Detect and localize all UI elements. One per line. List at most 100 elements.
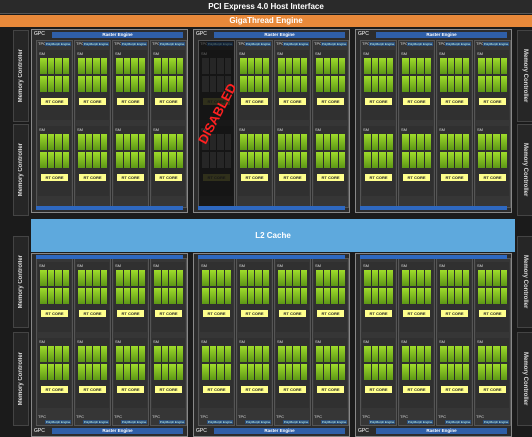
cuda-core-row xyxy=(278,76,307,92)
cuda-core xyxy=(493,76,500,92)
cuda-core xyxy=(93,134,100,150)
cuda-core xyxy=(386,76,393,92)
sm-block: SM RT CORE xyxy=(200,262,233,332)
cuda-core xyxy=(247,152,254,168)
cuda-core xyxy=(154,270,161,286)
cuda-core xyxy=(240,134,247,150)
cuda-core xyxy=(478,364,485,380)
cuda-core xyxy=(300,346,307,362)
cuda-core xyxy=(176,134,183,150)
cuda-core xyxy=(300,270,307,286)
cuda-core-row xyxy=(478,152,507,168)
cuda-core xyxy=(176,270,183,286)
cuda-core-row xyxy=(40,58,69,74)
cuda-core xyxy=(62,346,69,362)
cuda-core xyxy=(217,364,224,380)
tpc-block: TPCPolyMorph EngineSMRT CORESMRT CORE xyxy=(398,40,435,208)
cuda-core xyxy=(40,288,47,304)
raster-engine: Raster Engine xyxy=(376,428,507,434)
cuda-core-row xyxy=(40,288,69,304)
sm-block: SM RT CORE xyxy=(114,126,147,196)
cuda-core xyxy=(386,346,393,362)
cuda-core-row xyxy=(78,134,107,150)
cuda-core-row xyxy=(116,270,145,286)
cuda-core xyxy=(78,346,85,362)
cuda-core-row xyxy=(240,134,269,150)
sm-label: SM xyxy=(439,51,445,56)
sm-block: SM RT CORE xyxy=(76,126,109,196)
sm-block: SM RT CORE xyxy=(438,338,471,408)
cuda-core xyxy=(47,152,54,168)
rt-core: RT CORE xyxy=(403,98,430,105)
gpc-block: Raster Engine GPC TPC PolyMorph Engine SM RT … xyxy=(31,253,188,437)
cuda-core xyxy=(417,346,424,362)
memory-controller-left-3: Memory Controller xyxy=(13,236,29,328)
cuda-core-row xyxy=(240,346,269,362)
gpc-label: GPC xyxy=(34,31,45,37)
sm-block: SM RT CORE xyxy=(152,126,185,196)
gpc-label: GPC xyxy=(358,428,369,434)
cuda-core xyxy=(300,364,307,380)
sm-label: SM xyxy=(115,263,121,268)
rt-core: RT CORE xyxy=(41,174,68,181)
sm-block: SM RT CORE xyxy=(238,338,271,408)
cuda-core xyxy=(409,364,416,380)
cuda-core xyxy=(493,152,500,168)
tpc-block: TPCPolyMorph EngineSMRT CORESMRT CORE xyxy=(274,258,311,426)
cuda-core xyxy=(493,288,500,304)
rt-core: RT CORE xyxy=(279,310,306,317)
cuda-core xyxy=(47,364,54,380)
cuda-core-row xyxy=(116,364,145,380)
cuda-core-row xyxy=(40,270,69,286)
cuda-core xyxy=(293,76,300,92)
tpc-label: TPC xyxy=(200,414,208,419)
sm-label: SM xyxy=(439,263,445,268)
cuda-core xyxy=(47,76,54,92)
cuda-core xyxy=(462,288,469,304)
sm-label: SM xyxy=(39,339,45,344)
sm-label: SM xyxy=(153,127,159,132)
cuda-core-row xyxy=(116,346,145,362)
rt-core: RT CORE xyxy=(403,174,430,181)
cuda-core xyxy=(93,346,100,362)
cuda-core xyxy=(316,76,323,92)
cuda-core-row xyxy=(440,288,469,304)
cuda-core xyxy=(100,134,107,150)
cuda-core xyxy=(417,364,424,380)
rt-core: RT CORE xyxy=(365,310,392,317)
cuda-core xyxy=(116,76,123,92)
cuda-core xyxy=(447,134,454,150)
cuda-core-row xyxy=(478,346,507,362)
cuda-core xyxy=(131,288,138,304)
cuda-core xyxy=(462,58,469,74)
cuda-core xyxy=(293,152,300,168)
raster-engine: Raster Engine xyxy=(214,428,345,434)
cuda-core xyxy=(285,76,292,92)
cuda-core xyxy=(316,364,323,380)
memory-controller-label: Memory Controller xyxy=(522,143,528,197)
cuda-core xyxy=(240,76,247,92)
cuda-core xyxy=(417,270,424,286)
rt-core: RT CORE xyxy=(241,386,268,393)
sm-label: SM xyxy=(401,339,407,344)
rt-core: RT CORE xyxy=(365,174,392,181)
sm-label: SM xyxy=(363,263,369,268)
cuda-core xyxy=(331,134,338,150)
cuda-core xyxy=(176,364,183,380)
cuda-core-row xyxy=(78,364,107,380)
cuda-core xyxy=(462,364,469,380)
gpc-label: GPC xyxy=(196,31,207,37)
rt-core: RT CORE xyxy=(479,310,506,317)
cuda-core xyxy=(278,152,285,168)
cuda-core xyxy=(417,288,424,304)
cuda-core xyxy=(402,76,409,92)
cuda-core xyxy=(500,288,507,304)
cuda-core xyxy=(478,76,485,92)
cuda-core-row xyxy=(440,76,469,92)
cuda-core xyxy=(100,346,107,362)
cuda-core xyxy=(455,152,462,168)
cuda-core-row xyxy=(402,364,431,380)
cuda-core xyxy=(440,76,447,92)
rt-core: RT CORE xyxy=(155,310,182,317)
cuda-core xyxy=(154,364,161,380)
